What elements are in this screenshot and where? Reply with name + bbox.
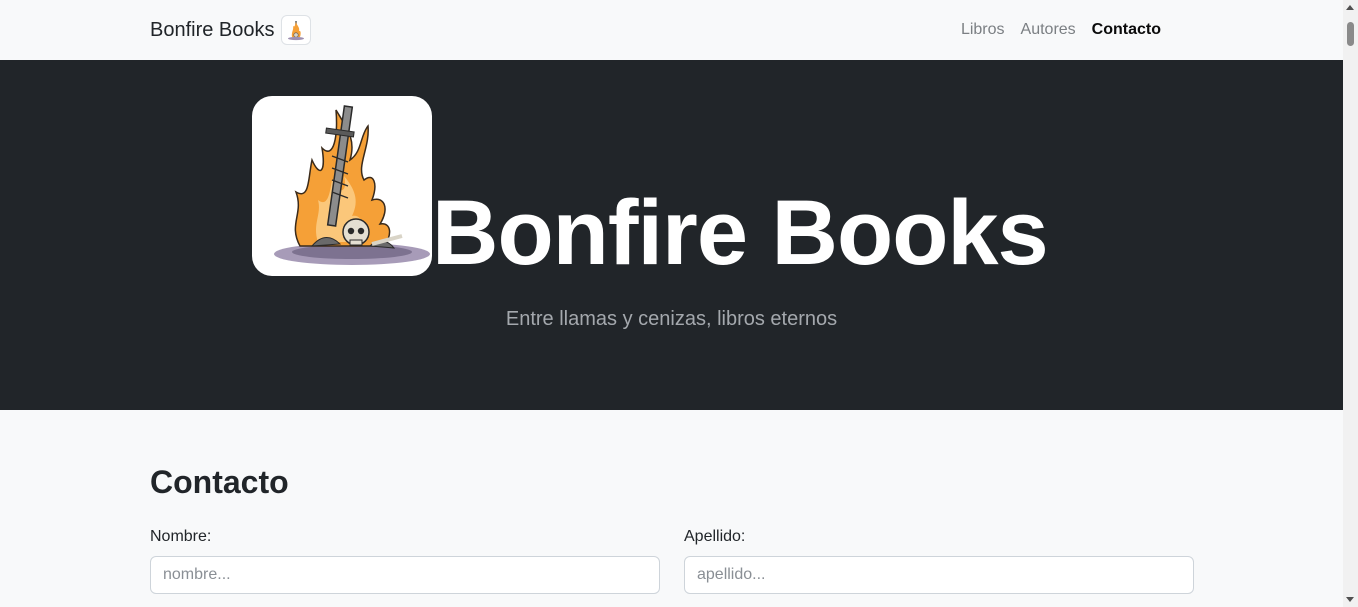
- apellido-input[interactable]: [684, 556, 1194, 594]
- nav-link-contacto[interactable]: Contacto: [1084, 19, 1169, 41]
- nav-link-autores[interactable]: Autores: [1013, 19, 1084, 41]
- vertical-scrollbar[interactable]: [1343, 0, 1358, 607]
- hero-banner: Bonfire Books Entre llamas y cenizas, li…: [0, 60, 1343, 410]
- hero-title: Bonfire Books: [432, 181, 1049, 284]
- scroll-thumb[interactable]: [1347, 22, 1354, 46]
- apellido-label: Apellido:: [684, 528, 746, 545]
- scroll-down-arrow-icon[interactable]: [1346, 597, 1354, 602]
- nav-link-libros[interactable]: Libros: [953, 19, 1013, 41]
- brand-text: Bonfire Books: [150, 18, 275, 41]
- hero-subtitle: Entre llamas y cenizas, libros eternos: [505, 308, 838, 330]
- nombre-input[interactable]: [150, 556, 660, 594]
- nav-links: Libros Autores Contacto: [953, 19, 1169, 41]
- nombre-label: Nombre:: [150, 528, 212, 545]
- navbar: Bonfire Books Libros Autores Contacto: [0, 0, 1343, 60]
- contact-title: Contacto: [150, 464, 289, 500]
- brand-link[interactable]: Bonfire Books: [150, 15, 311, 45]
- bonfire-logo-icon: [280, 15, 311, 45]
- page: Bonfire Books Libros Autores Contacto Bo…: [0, 0, 1343, 607]
- bonfire-logo-icon: [252, 96, 432, 276]
- scroll-up-arrow-icon[interactable]: [1346, 5, 1354, 10]
